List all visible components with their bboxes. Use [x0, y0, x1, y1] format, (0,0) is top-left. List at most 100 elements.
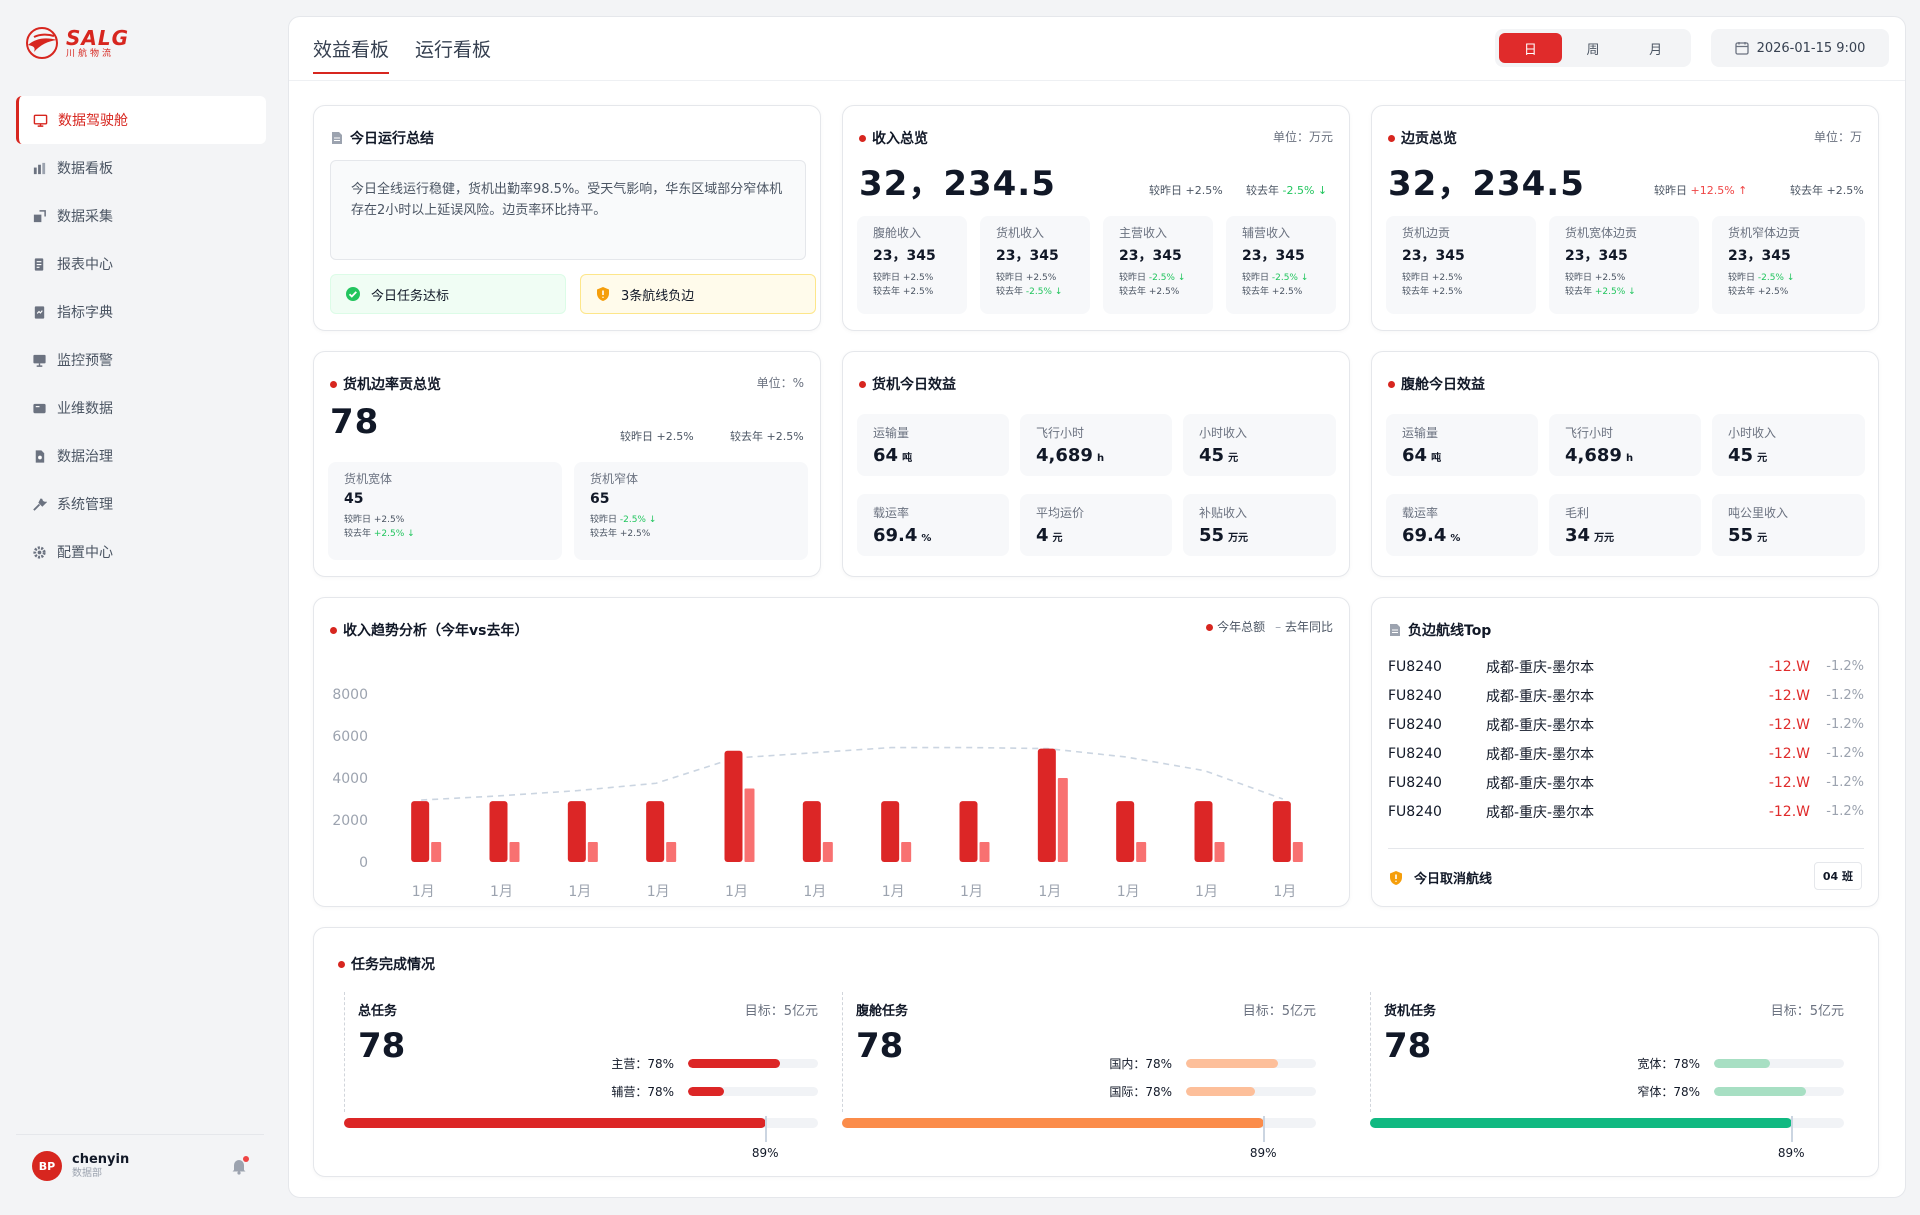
sidebar-item-ops-data[interactable]: 业维数据	[16, 384, 266, 432]
period-day-button[interactable]: 日	[1499, 33, 1562, 63]
sub-value: 23，345	[996, 248, 1059, 264]
document-icon	[332, 132, 342, 144]
sub-progress-label: 国内：78%	[1109, 1056, 1172, 1071]
margin-total: 32，234.5	[1388, 164, 1585, 204]
margin-sub-wide: 货机宽体边贡 23，345 较昨日 +2.5% 较去年 +2.5% ↓	[1549, 216, 1699, 314]
period-week-button[interactable]: 周	[1562, 33, 1625, 63]
sub-compare: 较昨日 -2.5% ↓ 较去年 +2.5%	[1242, 273, 1309, 298]
metric-card: 飞行小时 4,689 h	[1020, 414, 1172, 476]
cargo-margin-card: 货机边率贡总览 单位：% 78 较昨日 +2.5% 较去年 +2.5% 货机宽体…	[313, 351, 821, 577]
revenue-sub-aux: 辅营收入 23，345 较昨日 -2.5% ↓ 较去年 +2.5%	[1226, 216, 1336, 314]
sidebar-item-report[interactable]: 报表中心	[16, 240, 266, 288]
route-code: FU8240	[1388, 745, 1442, 762]
route-code: FU8240	[1388, 774, 1442, 791]
sub-progress: 辅营：78%	[604, 1084, 818, 1099]
revenue-title: 收入总览	[859, 128, 928, 148]
sub-year: -2.5%	[1025, 287, 1052, 298]
margin-vs-year: 较去年 +2.5%	[1790, 182, 1864, 198]
table-row[interactable]: FU8240 成都-重庆-墨尔本 -12.W -1.2%	[1388, 768, 1864, 797]
notification-button[interactable]	[230, 1156, 249, 1175]
cmp-value: +12.5%	[1690, 184, 1735, 197]
table-row[interactable]: FU8240 成都-重庆-墨尔本 -12.W -1.2%	[1388, 710, 1864, 739]
sidebar-item-governance[interactable]: 数据治理	[16, 432, 266, 480]
sub-day: +2.5%	[1025, 273, 1057, 283]
logo[interactable]: SALG 川航物流	[24, 26, 129, 60]
route-name: 成都-重庆-墨尔本	[1486, 659, 1595, 676]
sub-year: +2.5%	[1148, 287, 1180, 298]
margin-unit: 单位：万	[1813, 130, 1862, 144]
sidebar-item-config[interactable]: 配置中心	[16, 528, 266, 576]
sub-label: 货机窄体	[590, 472, 639, 486]
collect-icon	[33, 209, 46, 222]
period-month-button[interactable]: 月	[1624, 33, 1687, 63]
metric-label: 载运率	[1402, 506, 1439, 520]
revenue-sub-main: 主营收入 23，345 较昨日 -2.5% ↓ 较去年 +2.5%	[1103, 216, 1213, 314]
cargo-margin-sub-wide: 货机宽体 45 较昨日 +2.5% 较去年 +2.5% ↓	[328, 462, 562, 560]
sidebar-item-monitor[interactable]: 监控预警	[16, 336, 266, 384]
metric-value: 64	[1402, 445, 1428, 466]
revenue-sub-cargo: 货机收入 23，345 较昨日 +2.5% 较去年 -2.5% ↓	[980, 216, 1090, 314]
metric-unit: 元	[1757, 533, 1768, 544]
margin-title: 边贡总览	[1388, 128, 1457, 148]
sidebar-item-dashboard[interactable]: 数据看板	[16, 144, 266, 192]
metric-unit: 吨	[902, 453, 913, 464]
cmp-value: -2.5%	[1282, 184, 1315, 197]
tab-benefit[interactable]: 效益看板	[313, 35, 390, 74]
route-warn-text: 3条航线负边	[621, 288, 695, 304]
routes-title-text: 负边航线Top	[1408, 623, 1492, 639]
metric-unit: 万元	[1594, 533, 1615, 544]
route-value: -12.W	[1768, 774, 1810, 791]
cargo-today-title: 货机今日效益	[859, 374, 956, 394]
sidebar-item-collect[interactable]: 数据采集	[16, 192, 266, 240]
table-row[interactable]: FU8240 成都-重庆-墨尔本 -12.W -1.2%	[1388, 797, 1864, 826]
progress-fill	[688, 1058, 781, 1068]
shield-warning-icon	[1390, 870, 1402, 885]
route-name: 成都-重庆-墨尔本	[1486, 717, 1595, 734]
cancel-count-badge[interactable]: 04 班	[1813, 862, 1862, 890]
sidebar-item-cockpit[interactable]: 数据驾驶舱	[16, 96, 266, 144]
tab-operation[interactable]: 运行看板	[415, 35, 491, 72]
progress-fill	[688, 1086, 725, 1096]
table-row[interactable]: FU8240 成都-重庆-墨尔本 -12.W -1.2%	[1388, 681, 1864, 710]
sidebar-item-dictionary[interactable]: 指标字典	[16, 288, 266, 336]
metric-unit: h	[1625, 453, 1634, 464]
y-tick-label: 8000	[332, 687, 368, 703]
table-row[interactable]: FU8240 成都-重庆-墨尔本 -12.W -1.2%	[1388, 739, 1864, 768]
sub-progress: 国内：78%	[1102, 1056, 1316, 1071]
negative-routes-card: 负边航线Top FU8240 成都-重庆-墨尔本 -12.W -1.2% FU8240…	[1371, 597, 1879, 907]
progress-marker	[1262, 1116, 1265, 1142]
sub-progress: 宽体：78%	[1630, 1056, 1844, 1071]
sub-value: 23，345	[1402, 248, 1465, 264]
sidebar-item-label: 数据看板	[57, 161, 113, 177]
title-dot	[1388, 134, 1395, 142]
task-ok-text: 今日任务达标	[371, 288, 450, 304]
sub-day: -2.5%	[1271, 273, 1298, 283]
margin-vs-day: 较昨日 +12.5% ↑	[1654, 182, 1747, 198]
metric-value: 4	[1036, 525, 1049, 546]
sidebar-item-label: 数据采集	[57, 209, 113, 225]
metric-unit: 元	[1757, 453, 1768, 464]
sidebar-item-label: 数据治理	[57, 449, 113, 465]
sub-compare: 较昨日 -2.5% ↓ 较去年 +2.5%	[1728, 273, 1795, 298]
sub-year: +2.5%	[373, 529, 405, 540]
x-tick-label: 1月	[1117, 884, 1140, 900]
bar-last	[822, 842, 833, 862]
title-dot	[859, 134, 866, 142]
report-icon	[34, 257, 44, 271]
check-circle-icon	[346, 287, 360, 301]
main-progress-track	[842, 1116, 1316, 1142]
book-icon	[34, 305, 45, 319]
avatar[interactable]: BP	[32, 1151, 62, 1181]
cmp-label: 较去年	[1790, 184, 1823, 197]
metric-card: 运输量 64 吨	[857, 414, 1009, 476]
main-progress-fill	[1370, 1118, 1792, 1128]
date-picker[interactable]: 2026-01-15 9:00	[1711, 29, 1889, 67]
bar-last	[666, 842, 677, 862]
x-tick-label: 1月	[1273, 884, 1296, 900]
task-value: 78	[358, 1026, 406, 1066]
title-dot	[1388, 380, 1395, 388]
divider	[1388, 848, 1864, 849]
sidebar-item-system[interactable]: 系统管理	[16, 480, 266, 528]
table-row[interactable]: FU8240 成都-重庆-墨尔本 -12.W -1.2%	[1388, 652, 1864, 681]
arrow-down-icon: ↓	[1625, 287, 1636, 298]
